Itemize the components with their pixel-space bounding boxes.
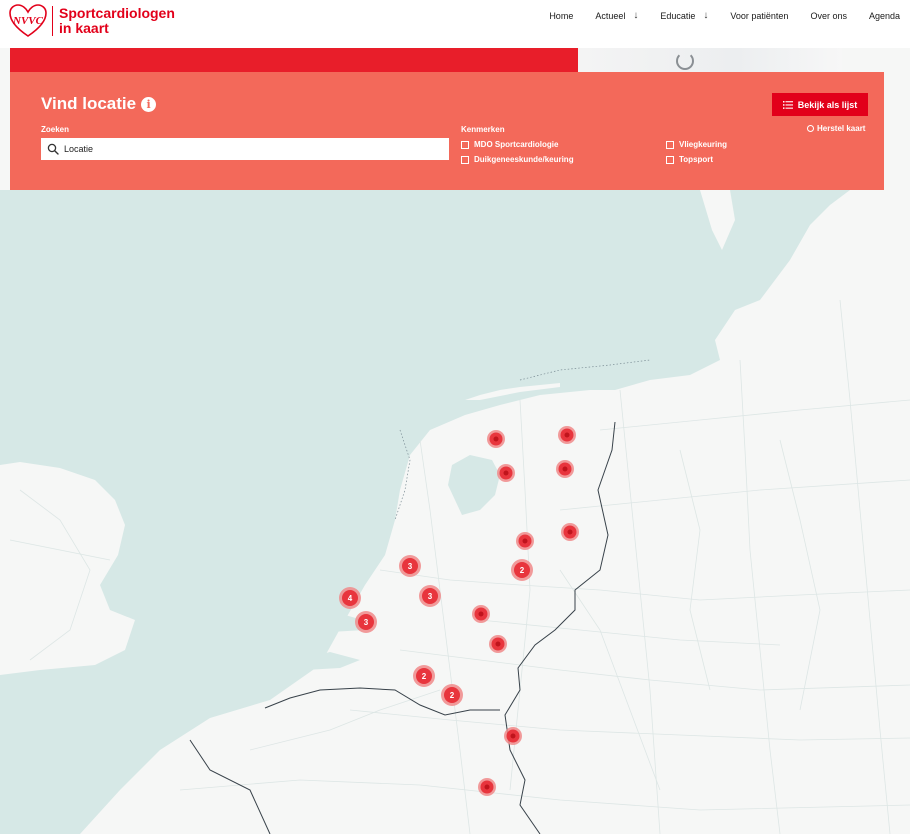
checkbox-mdo-sportcardiologie[interactable]: MDO Sportcardiologie [461,140,558,149]
search-icon [47,143,59,155]
checkbox-label: Topsport [679,155,714,164]
list-icon [782,100,793,109]
location-marker[interactable] [504,727,522,745]
nav-item-agenda[interactable]: Agenda [869,11,900,21]
arrow-down-icon: ↓ [703,10,709,21]
location-marker[interactable] [472,605,490,623]
checkbox-topsport[interactable]: Topsport [666,155,713,164]
checkbox-label: MDO Sportcardiologie [474,140,559,149]
info-icon[interactable]: i [141,96,157,112]
site-header: NVVC Sportcardiologen in kaart Home Actu… [0,0,910,48]
logo-divider [52,6,53,36]
svg-text:4: 4 [348,594,353,603]
stethoscope-icon [676,52,694,70]
site-logo[interactable]: NVVC Sportcardiologen in kaart [8,4,175,38]
location-cluster-marker[interactable]: 2 [511,559,533,581]
location-cluster-marker[interactable]: 4 [339,587,361,609]
location-cluster-marker[interactable]: 3 [419,585,441,607]
svg-text:2: 2 [450,691,455,700]
location-cluster-marker[interactable]: 2 [441,684,463,706]
location-marker[interactable] [487,430,505,448]
nav-label: Voor patiënten [730,10,789,21]
search-input[interactable] [64,144,424,154]
features-label: Kenmerken [461,125,505,134]
svg-text:3: 3 [364,618,369,627]
svg-text:2: 2 [422,672,427,681]
reset-map-label: Herstel kaart [817,124,866,133]
location-cluster-marker[interactable]: 3 [355,611,377,633]
svg-text:NVVC: NVVC [12,15,44,27]
search-field[interactable] [41,138,449,160]
location-marker[interactable] [558,426,576,444]
reset-icon [807,125,814,132]
nav-item-voor-patienten[interactable]: Voor patiënten [730,11,788,21]
checkbox-vliegkeuring[interactable]: Vliegkeuring [666,140,727,149]
location-marker[interactable] [497,464,515,482]
site-name-line2: in kaart [59,20,109,36]
nav-label: Agenda [868,10,900,21]
svg-text:3: 3 [428,592,433,601]
nav-label: Actueel [595,10,626,21]
view-as-list-label: Bekijk als lijst [797,99,858,110]
arrow-down-icon: ↓ [633,10,639,21]
checkbox-box[interactable] [461,140,469,149]
finder-title: Vind locatie i [41,94,157,114]
hero-photo [578,48,842,74]
checkbox-duikgeneeskunde[interactable]: Duikgeneeskunde/keuring [461,155,574,164]
map-canvas[interactable]: 2 3 3 4 3 2 2 [0,190,910,834]
map-area[interactable]: 2 3 3 4 3 2 2 [0,190,910,834]
checkbox-label: Duikgeneeskunde/keuring [474,155,574,164]
location-finder-panel: Vind locatie i Zoeken Kenmerken MDO Spor… [10,72,884,190]
checkbox-box[interactable] [666,155,674,164]
view-as-list-button[interactable]: Bekijk als lijst [772,93,868,116]
nav-label: Home [549,10,574,21]
nav-item-home[interactable]: Home [549,11,573,21]
nav-item-over-ons[interactable]: Over ons [810,11,847,21]
location-cluster-marker[interactable]: 2 [413,665,435,687]
nvvc-heart-logo-icon: NVVC [9,4,47,37]
checkbox-box[interactable] [666,140,674,149]
location-cluster-marker[interactable]: 3 [399,555,421,577]
main-nav: Home Actueel ↓ Educatie ↓ Voor patiënten O… [527,10,900,21]
checkbox-label: Vliegkeuring [679,140,728,149]
svg-text:2: 2 [520,566,525,575]
location-marker[interactable] [556,460,574,478]
location-marker[interactable] [561,523,579,541]
reset-map-link[interactable]: Herstel kaart [807,124,865,133]
svg-text:3: 3 [408,562,413,571]
nav-item-educatie[interactable]: Educatie ↓ [660,10,708,21]
nav-item-actueel[interactable]: Actueel ↓ [595,10,638,21]
location-marker[interactable] [478,778,496,796]
checkbox-box[interactable] [461,155,469,164]
site-name-line1: Sportcardiologen [59,5,175,21]
nav-label: Over ons [810,10,847,21]
search-label: Zoeken [41,125,70,134]
finder-title-text: Vind locatie [41,94,137,113]
location-marker[interactable] [489,635,507,653]
nav-label: Educatie [660,10,696,21]
location-marker[interactable] [516,532,534,550]
site-name: Sportcardiologen in kaart [59,6,175,36]
